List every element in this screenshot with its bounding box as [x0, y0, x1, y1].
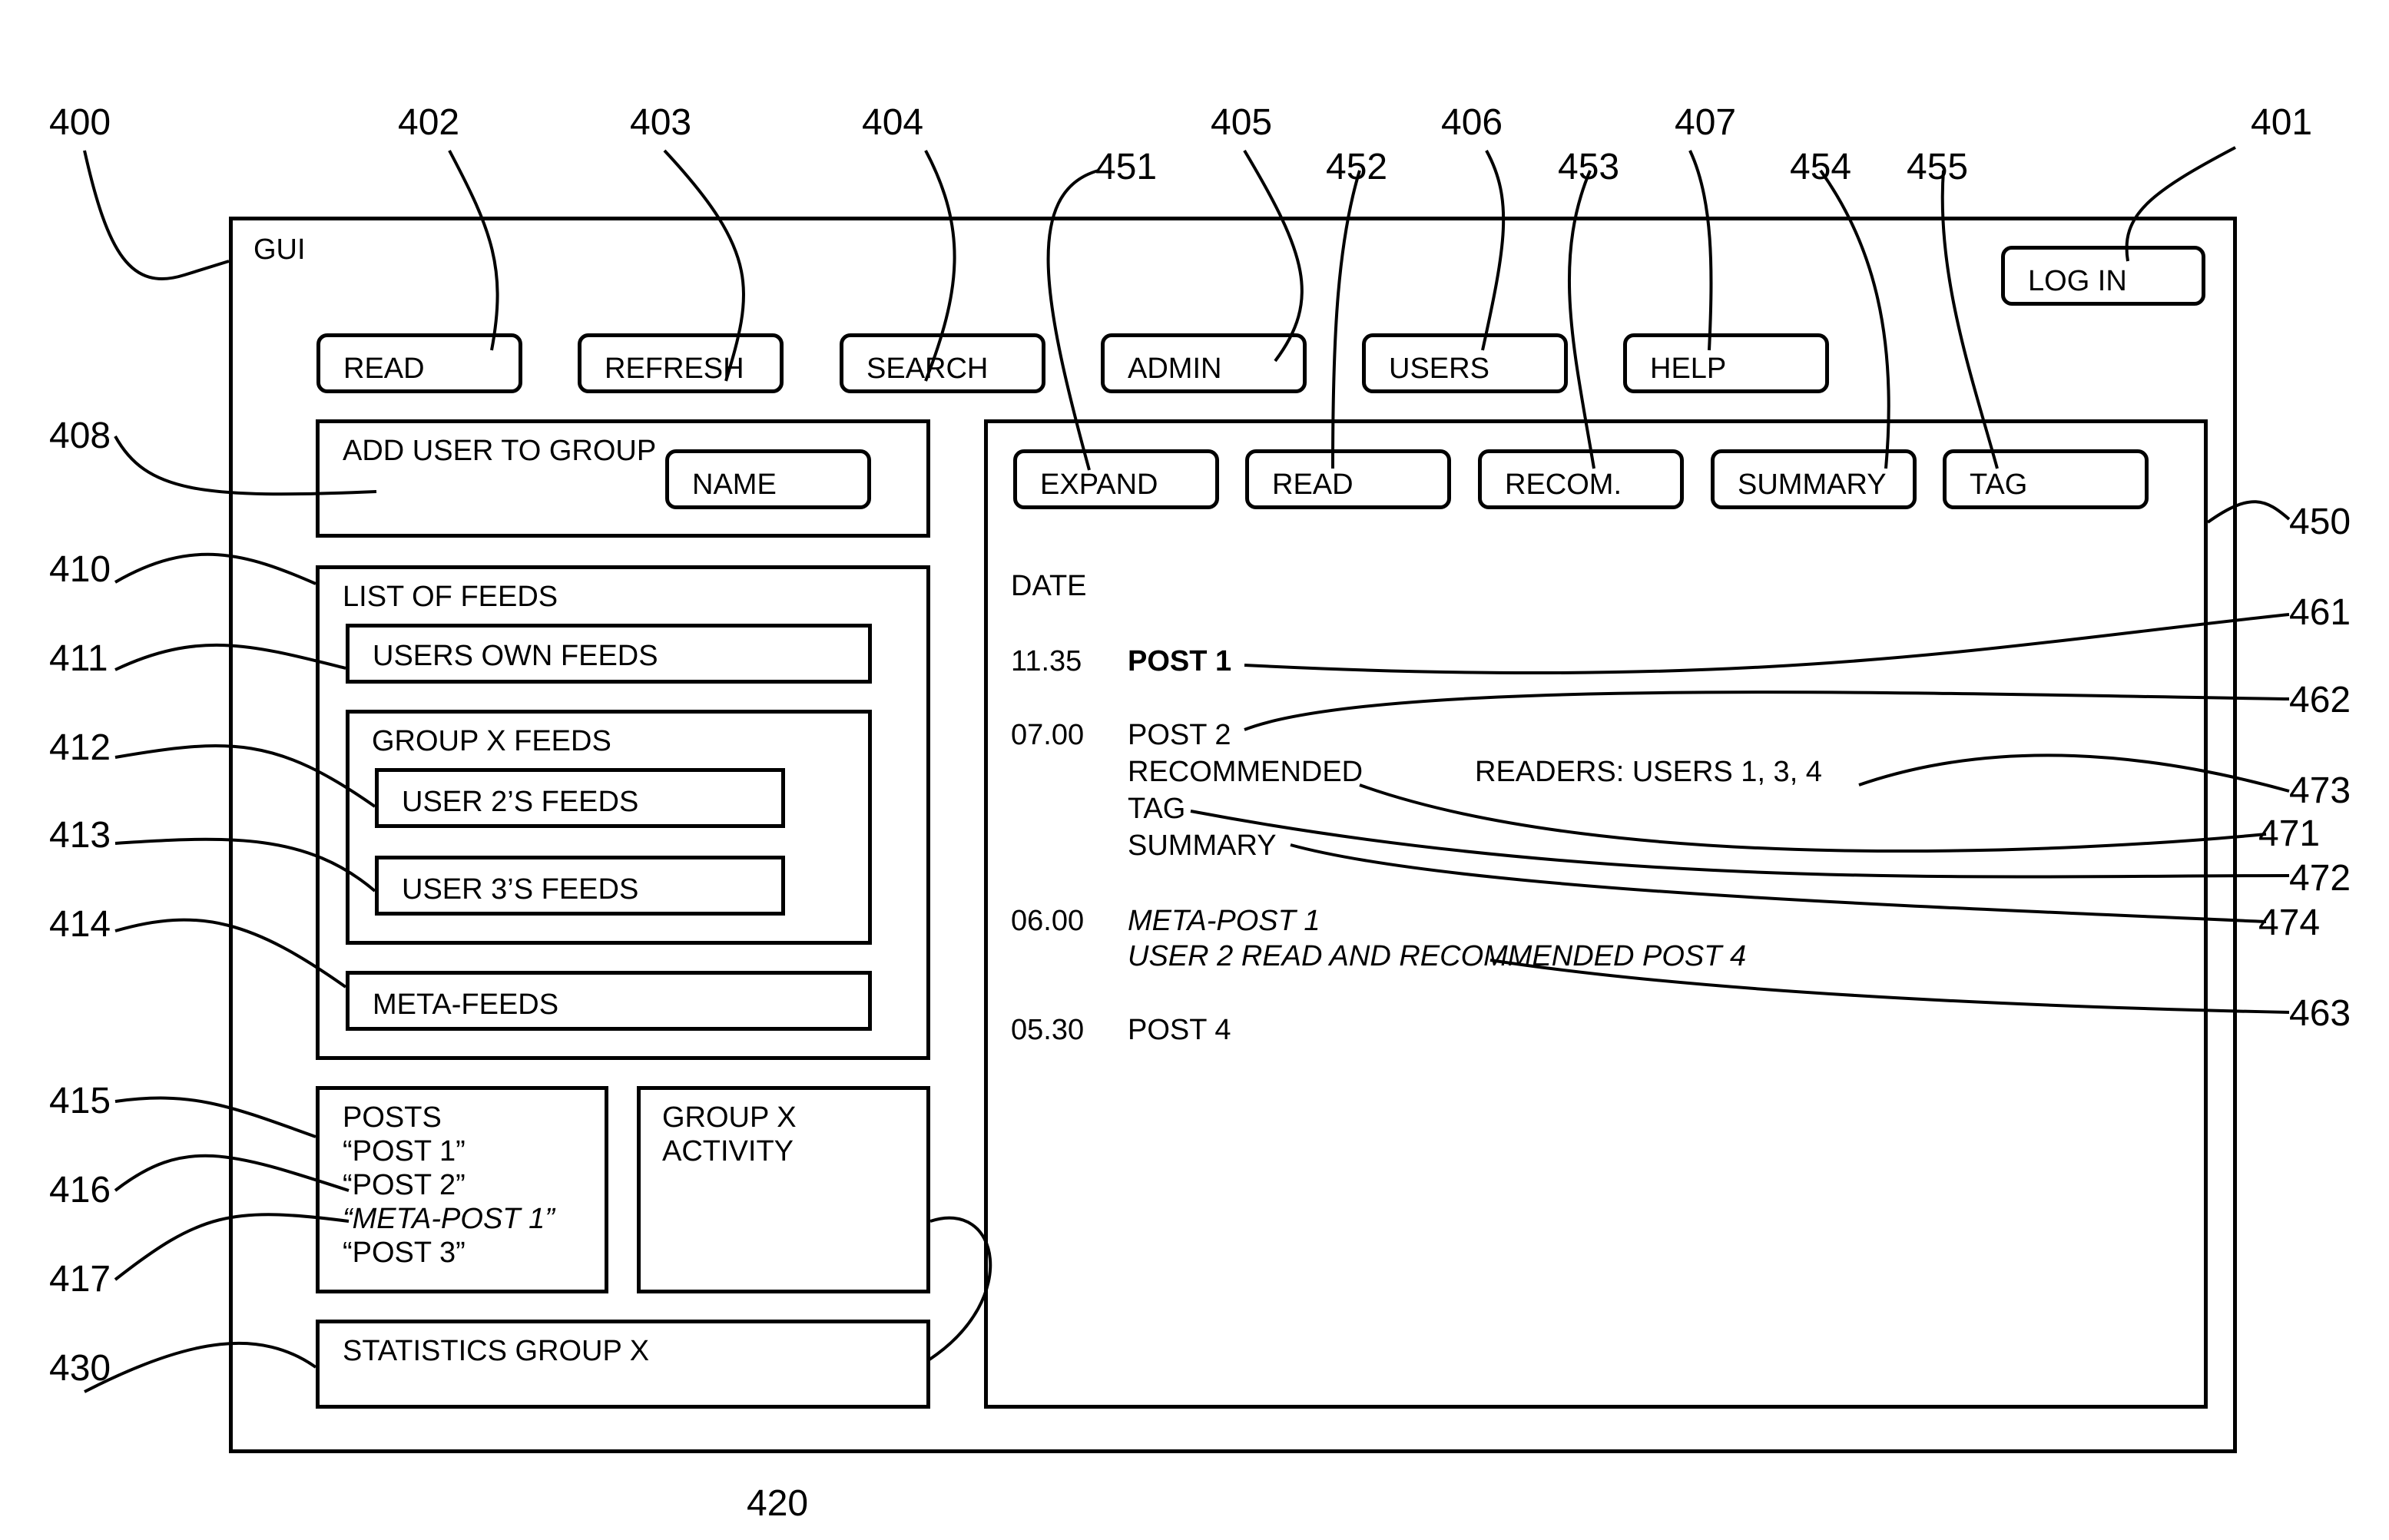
user3-feeds-label: USER 3’S FEEDS	[402, 873, 639, 906]
ref-400: 400	[49, 102, 111, 143]
entry-time: 06.00	[1011, 905, 1085, 937]
read-post-button[interactable]: READ	[1245, 449, 1451, 509]
ref-402: 402	[398, 102, 460, 143]
entry-title[interactable]: POST 1	[1128, 647, 1231, 676]
ref-415: 415	[49, 1081, 111, 1121]
ref-473: 473	[2289, 770, 2351, 811]
ref-450: 450	[2289, 502, 2351, 542]
ref-474: 474	[2258, 902, 2321, 943]
ref-416: 416	[49, 1170, 111, 1210]
help-button[interactable]: HELP	[1623, 333, 1829, 393]
entry-summary[interactable]: SUMMARY	[1128, 831, 1277, 860]
ref-412: 412	[49, 727, 111, 768]
ref-405: 405	[1211, 102, 1273, 143]
ref-408: 408	[49, 416, 111, 456]
activity-title-line2: ACTIVITY	[662, 1135, 794, 1167]
gui-title: GUI	[253, 233, 306, 266]
expand-button[interactable]: EXPAND	[1013, 449, 1219, 509]
ref-430: 430	[49, 1348, 111, 1389]
activity-title-line1: GROUP X	[662, 1101, 797, 1134]
add-user-title: ADD USER TO GROUP	[343, 435, 657, 467]
ref-420: 420	[747, 1483, 809, 1524]
recommend-button[interactable]: RECOM.	[1478, 449, 1684, 509]
meta-feeds-item[interactable]: META-FEEDS	[346, 971, 872, 1031]
statistics-title: STATISTICS GROUP X	[343, 1335, 650, 1367]
ref-406: 406	[1441, 102, 1503, 143]
date-header: DATE	[1011, 570, 1087, 602]
entry-detail: USER 2 READ AND RECOMMENDED POST 4	[1128, 940, 1747, 972]
ref-414: 414	[49, 904, 111, 945]
name-button[interactable]: NAME	[665, 449, 871, 509]
entry-title[interactable]: META-POST 1	[1128, 906, 1320, 936]
posts-item[interactable]: “POST 3”	[343, 1238, 466, 1267]
read-button[interactable]: READ	[316, 333, 522, 393]
login-button[interactable]: LOG IN	[2001, 246, 2205, 306]
ref-410: 410	[49, 549, 111, 590]
ref-404: 404	[862, 102, 924, 143]
posts-item[interactable]: “POST 1”	[343, 1137, 466, 1166]
meta-feeds-label: META-FEEDS	[373, 989, 559, 1021]
users-button[interactable]: USERS	[1362, 333, 1568, 393]
search-button[interactable]: SEARCH	[840, 333, 1045, 393]
user2-feeds-label: USER 2’S FEEDS	[402, 786, 639, 818]
posts-title: POSTS	[343, 1101, 442, 1134]
own-feeds-item[interactable]: USERS OWN FEEDS	[346, 624, 872, 684]
entry-title[interactable]: POST 2	[1128, 720, 1231, 750]
ref-407: 407	[1675, 102, 1737, 143]
entry-time: 11.35	[1011, 645, 1082, 677]
own-feeds-label: USERS OWN FEEDS	[373, 640, 658, 672]
posts-item[interactable]: “POST 2”	[343, 1171, 466, 1200]
entry-time: 07.00	[1011, 719, 1085, 751]
entry-title[interactable]: POST 4	[1128, 1015, 1231, 1045]
ref-452: 452	[1326, 147, 1388, 187]
ref-403: 403	[630, 102, 692, 143]
leader-400	[83, 150, 230, 280]
tag-button[interactable]: TAG	[1943, 449, 2149, 509]
admin-button[interactable]: ADMIN	[1101, 333, 1307, 393]
ref-471: 471	[2258, 813, 2321, 854]
ref-401: 401	[2251, 102, 2313, 143]
ref-455: 455	[1907, 147, 1969, 187]
user3-feeds-item[interactable]: USER 3’S FEEDS	[375, 856, 785, 916]
entry-time: 05.30	[1011, 1014, 1085, 1046]
feeds-title: LIST OF FEEDS	[343, 581, 558, 613]
ref-411: 411	[49, 638, 108, 679]
ref-417: 417	[49, 1259, 111, 1300]
refresh-button[interactable]: REFRESH	[578, 333, 784, 393]
ref-413: 413	[49, 815, 111, 856]
ref-453: 453	[1558, 147, 1620, 187]
ref-472: 472	[2289, 858, 2351, 899]
ref-462: 462	[2289, 680, 2351, 720]
entry-readers: READERS: USERS 1, 3, 4	[1475, 756, 1822, 788]
entry-tag[interactable]: TAG	[1128, 794, 1185, 823]
summary-button[interactable]: SUMMARY	[1711, 449, 1917, 509]
posts-item[interactable]: “META-POST 1”	[343, 1204, 555, 1234]
group-feeds-title: GROUP X FEEDS	[372, 725, 611, 757]
entry-recommended[interactable]: RECOMMENDED	[1128, 757, 1363, 787]
ref-454: 454	[1790, 147, 1852, 187]
ref-463: 463	[2289, 993, 2351, 1034]
ref-461: 461	[2289, 592, 2351, 633]
user2-feeds-item[interactable]: USER 2’S FEEDS	[375, 768, 785, 828]
ref-451: 451	[1095, 147, 1158, 187]
